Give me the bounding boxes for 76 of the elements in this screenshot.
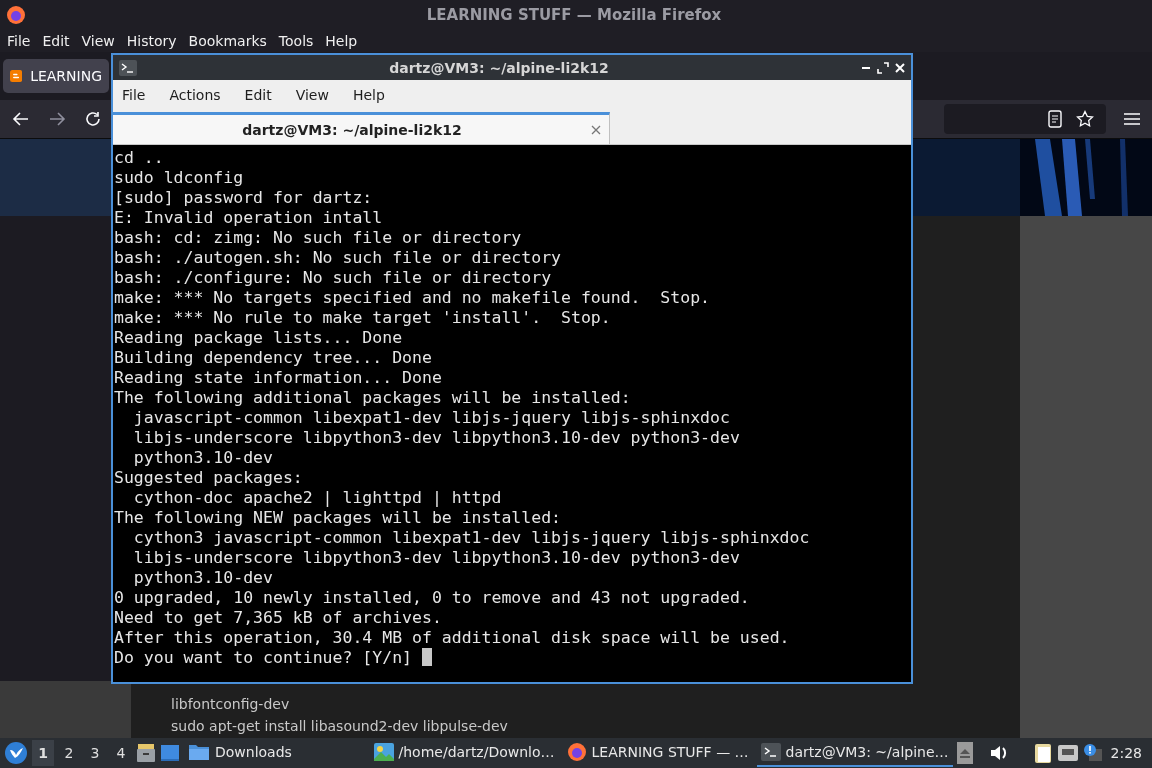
- network-icon[interactable]: [1056, 744, 1079, 762]
- star-icon[interactable]: [1076, 110, 1094, 128]
- reload-icon[interactable]: [84, 110, 102, 128]
- menu-item[interactable]: Edit: [244, 87, 272, 103]
- address-bar[interactable]: [944, 104, 1106, 134]
- terminal-line: Reading package lists... Done: [114, 328, 403, 347]
- blogger-icon: [10, 68, 23, 84]
- browser-tab[interactable]: LEARNING: [3, 59, 109, 93]
- menu-item[interactable]: File: [7, 33, 31, 49]
- terminal-line: libjs-underscore libpython3-dev libpython3.10-dev python3-dev: [132, 428, 740, 447]
- taskbar-task[interactable]: dartz@VM3: ~/alpine…: [756, 739, 953, 767]
- menu-item[interactable]: Bookmarks: [188, 33, 267, 49]
- terminal-line: make: *** No targets specified and no makefile found. Stop.: [114, 288, 711, 307]
- menu-icon[interactable]: [1124, 112, 1140, 126]
- terminal-line: cython3 javascript-common libexpat1-dev libjs-jquery libjs-sphinxdoc: [132, 528, 810, 547]
- terminal-line: libjs-underscore libpython3-dev libpython3.10-dev python3-dev: [132, 548, 740, 567]
- file-cabinet-icon[interactable]: [136, 743, 156, 763]
- menu-item[interactable]: Help: [325, 33, 358, 49]
- terminal-line: bash: ./autogen.sh: No such file or directory: [114, 248, 562, 267]
- terminal-line: Building dependency tree... Done: [114, 348, 432, 367]
- page-text: libfontconfig-dev: [171, 696, 291, 712]
- terminal-line: 0 upgraded, 10 newly installed, 0 to remove and 43 not upgraded.: [114, 588, 750, 607]
- terminal-icon: [760, 743, 781, 761]
- menu-item[interactable]: Tools: [278, 33, 314, 49]
- clock: 2:28: [1110, 745, 1142, 761]
- terminal-line: [sudo] password for dartz:: [114, 188, 373, 207]
- terminal-line: Reading state information... Done: [114, 368, 442, 387]
- terminal-line: sudo ldconfig: [114, 168, 244, 187]
- workspace-button[interactable]: 1: [32, 740, 54, 766]
- terminal-line: bash: ./configure: No such file or directory: [114, 268, 552, 287]
- menu-item[interactable]: Actions: [169, 87, 221, 103]
- window-icon[interactable]: [160, 744, 180, 762]
- taskbar-task[interactable]: LEARNING STUFF — …: [562, 739, 753, 767]
- terminal-line: bash: cd: zimg: No such file or directory: [114, 228, 522, 247]
- page-text: sudo apt-get install libasound2-dev libpulse-dev: [171, 718, 509, 734]
- terminal-line: python3.10-dev: [132, 448, 273, 467]
- terminal-line: cd ..: [114, 148, 164, 167]
- terminal-line: E: Invalid operation intall: [114, 208, 383, 227]
- menu-item[interactable]: File: [122, 87, 146, 103]
- menu-item[interactable]: View: [295, 87, 329, 103]
- menu-item[interactable]: Edit: [42, 33, 70, 49]
- back-icon[interactable]: [12, 110, 30, 128]
- terminal-tab[interactable]: dartz@VM3: ~/alpine-li2k12: [113, 112, 610, 144]
- terminal-line: make: *** No rule to make target 'install'. Stop.: [114, 308, 611, 327]
- terminal-line: The following additional packages will be installed:: [114, 388, 631, 407]
- volume-icon[interactable]: [988, 744, 1009, 762]
- terminal-line: javascript-common libexpat1-dev libjs-jquery libjs-sphinxdoc: [132, 408, 730, 427]
- reader-view-icon[interactable]: [1048, 110, 1062, 128]
- terminal-line: Need to get 7,365 kB of archives.: [114, 608, 442, 627]
- folder-launcher[interactable]: Downloads: [184, 739, 296, 767]
- notification-icon[interactable]: [1082, 743, 1103, 763]
- menu-item[interactable]: History: [126, 33, 177, 49]
- terminal-line: cython-doc apache2 | lighttpd | httpd: [132, 488, 502, 507]
- menu-item[interactable]: Help: [352, 87, 385, 103]
- window-title: dartz@VM3: ~/alpine-li2k12: [388, 59, 610, 76]
- terminal-line: Suggested packages:: [114, 468, 303, 487]
- start-menu-icon[interactable]: [4, 741, 28, 765]
- forward-icon[interactable]: [48, 110, 66, 128]
- terminal-line: python3.10-dev: [132, 568, 273, 587]
- image-viewer-icon: [373, 743, 394, 761]
- window-title: LEARNING STUFF — Mozilla Firefox: [425, 6, 723, 24]
- eject-icon[interactable]: [956, 742, 973, 764]
- clipboard-icon[interactable]: [1032, 742, 1053, 764]
- terminal-line: Do you want to continue? [Y/n]: [114, 648, 413, 667]
- workspace-button[interactable]: 3: [84, 740, 106, 766]
- folder-icon: [188, 743, 210, 761]
- workspace-button[interactable]: 4: [110, 740, 132, 766]
- workspace-button[interactable]: 2: [58, 740, 80, 766]
- taskbar-task[interactable]: /home/dartz/Downlo…: [369, 739, 559, 767]
- firefox-icon: [6, 5, 26, 25]
- terminal-icon: [119, 59, 137, 76]
- terminal-line: The following NEW packages will be installed:: [114, 508, 562, 527]
- menu-item[interactable]: View: [81, 33, 115, 49]
- firefox-icon: [566, 742, 587, 762]
- maximize-icon[interactable]: [877, 61, 889, 74]
- terminal-line: After this operation, 30.4 MB of additional disk space will be used.: [114, 628, 790, 647]
